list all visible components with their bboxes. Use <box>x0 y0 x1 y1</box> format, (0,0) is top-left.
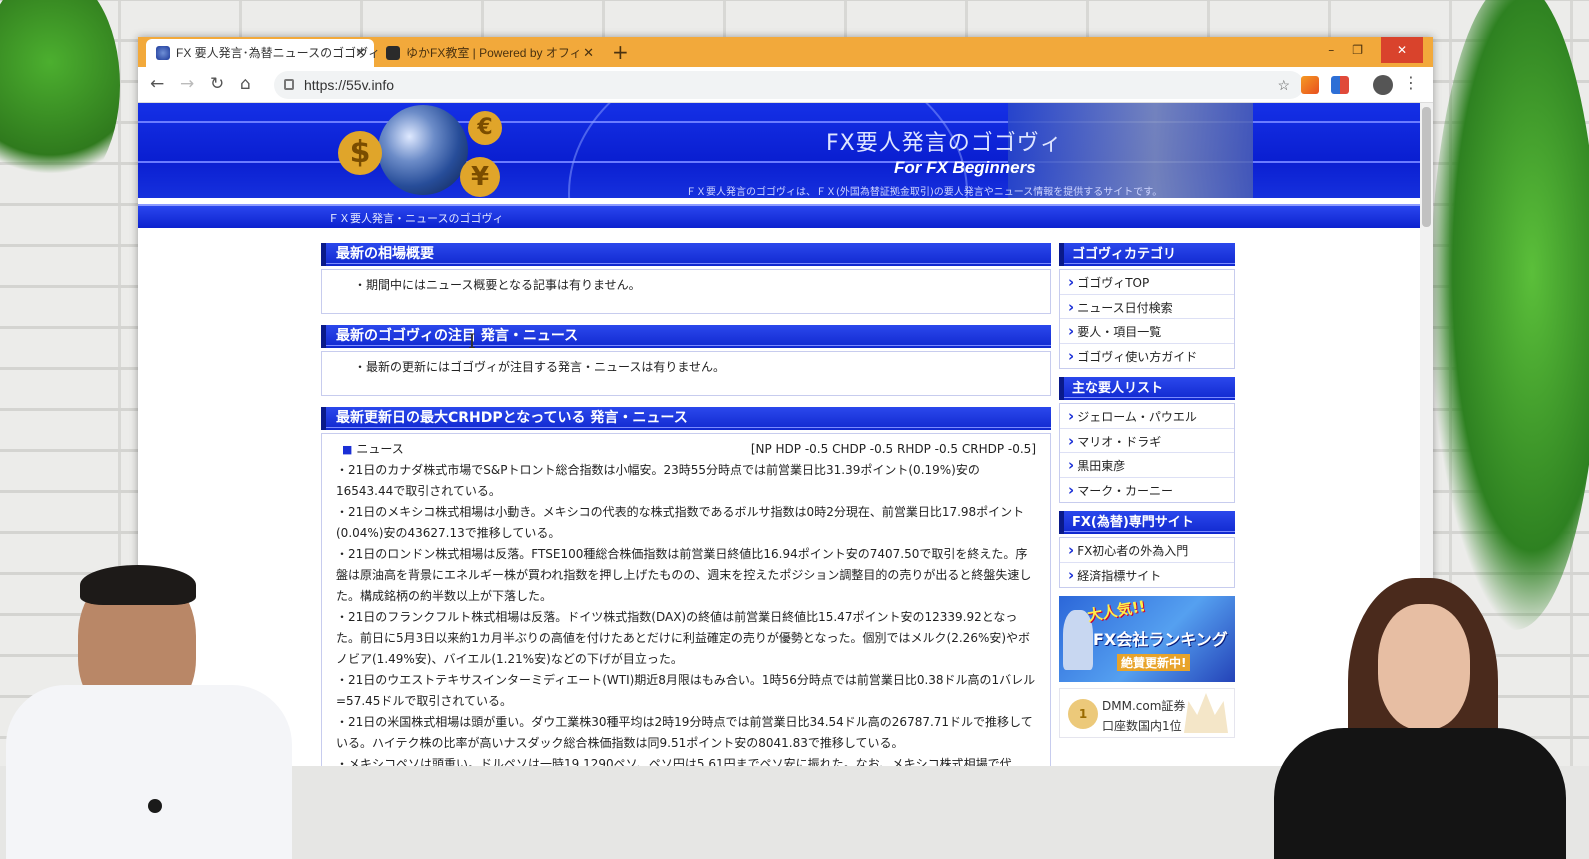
home-icon[interactable]: ⌂ <box>240 74 251 94</box>
sidebar-item-guide[interactable]: ゴゴヴィ使い方ガイド <box>1060 344 1234 369</box>
featured-news-box: ・最新の更新にはゴゴヴィが注目する発言・ニュースは有りません。 <box>321 351 1051 396</box>
forward-arrow-icon[interactable]: → <box>180 74 194 94</box>
news-paragraph: ・21日のカナダ株式市場でS&Pトロント総合指数は小幅安。23時55分時点では前… <box>336 463 980 498</box>
url-text: https://55v.info <box>304 77 395 93</box>
kebab-menu-icon[interactable]: ⋮ <box>1403 73 1419 92</box>
yen-coin-icon: ¥ <box>460 157 500 197</box>
broker-name: DMM.com証券 <box>1102 699 1186 713</box>
sidebar-item-kuroda[interactable]: 黒田東彦 <box>1060 453 1234 478</box>
fx-ranking-banner[interactable]: 大人気!! FX会社ランキング 絶賛更新中! <box>1059 596 1235 682</box>
sidebar-heading-fx-sites: FX(為替)専門サイト <box>1059 511 1235 534</box>
dollar-coin-icon: $ <box>338 131 382 175</box>
breadcrumb-bar: ＦＸ要人発言・ニュースのゴゴヴィ <box>138 204 1420 228</box>
reload-icon[interactable]: ↻ <box>210 74 224 94</box>
section-heading-top-crhdp: 最新更新日の最大CRHDPとなっている 発言・ニュース <box>321 407 1051 430</box>
sidebar-item-date-search[interactable]: ニュース日付検索 <box>1060 295 1234 319</box>
news-paragraph: ・21日のフランクフルト株式相場は反落。ドイツ株式指数(DAX)の終値は前営業日… <box>336 610 1031 666</box>
tab-title: ゆかFX教室 | Powered by オフィ <box>406 46 582 60</box>
presenter-man <box>0 565 300 859</box>
ranking-banner-line3: 絶賛更新中! <box>1117 654 1191 671</box>
sidebar: ゴゴヴィカテゴリ ゴゴヴィTOP ニュース日付検索 要人・項目一覧 ゴゴヴィ使い… <box>1059 243 1235 738</box>
site-title: FX要人発言のゴゴヴィ <box>826 131 1063 156</box>
globe-image <box>378 105 468 195</box>
news-label[interactable]: ニュース <box>342 439 403 460</box>
sidebar-heading-categories: ゴゴヴィカテゴリ <box>1059 243 1235 266</box>
close-icon[interactable]: ✕ <box>355 39 366 67</box>
sidebar-item-fx-intro[interactable]: FX初心者の外為入門 <box>1060 538 1234 563</box>
tab-title: FX 要人発言･為替ニュースのゴゴヴィ <box>176 46 381 60</box>
broker-ad[interactable]: 1 DMM.com証券 口座数国内1位 <box>1059 688 1235 738</box>
sidebar-item-draghi[interactable]: マリオ・ドラギ <box>1060 429 1234 453</box>
presenter-woman <box>1268 578 1568 859</box>
section-heading-market-summary: 最新の相場概要 <box>321 243 1051 266</box>
ranking-banner-line1: 大人気!! <box>1085 597 1147 625</box>
sidebar-item-indicators[interactable]: 経済指標サイト <box>1060 563 1234 588</box>
extension-icon[interactable] <box>1331 76 1349 94</box>
news-paragraph: ・21日のウエストテキサスインターミディエート(WTI)期近8月限はもみ合い。1… <box>336 673 1036 708</box>
site-favicon-icon <box>386 46 400 60</box>
category-list: ゴゴヴィTOP ニュース日付検索 要人・項目一覧 ゴゴヴィ使い方ガイド <box>1059 269 1235 369</box>
broker-note: 口座数国内1位 <box>1102 719 1182 733</box>
breadcrumb[interactable]: ＦＸ要人発言・ニュースのゴゴヴィ <box>328 210 503 226</box>
page-viewport: $ ¥ € FX要人発言のゴゴヴィ For FX Beginners ＦＸ要人発… <box>138 103 1420 767</box>
sidebar-item-powell[interactable]: ジェローム・パウエル <box>1060 404 1234 429</box>
news-paragraph: ・21日の米国株式相場は頭が重い。ダウ工業株30種平均は2時19分時点では前営業… <box>336 715 1033 750</box>
new-tab-button[interactable]: + <box>612 37 629 67</box>
tab-strip: FX 要人発言･為替ニュースのゴゴヴィ ✕ ゆかFX教室 | Powered b… <box>138 37 1433 67</box>
browser-window: FX 要人発言･為替ニュースのゴゴヴィ ✕ ゆかFX教室 | Powered b… <box>138 37 1433 767</box>
news-paragraph: ・21日のロンドン株式相場は反落。FTSE100種総合株価指数は前営業日終値比1… <box>336 547 1032 603</box>
market-summary-box: ・期間中にはニュース概要となる記事は有りません。 <box>321 269 1051 314</box>
sidebar-item-carney[interactable]: マーク・カーニー <box>1060 478 1234 503</box>
close-window-button[interactable]: ✕ <box>1381 37 1423 63</box>
profile-avatar-icon[interactable] <box>1373 75 1393 95</box>
featured-news-text: ・最新の更新にはゴゴヴィが注目する発言・ニュースは有りません。 <box>354 360 726 374</box>
news-header: ニュース [NP HDP -0.5 CHDP -0.5 RHDP -0.5 CR… <box>336 439 1036 460</box>
crown-icon <box>1184 693 1228 733</box>
site-subtitle: For FX Beginners <box>894 158 1036 177</box>
address-bar[interactable]: https://55v.info ☆ <box>274 71 1304 99</box>
ranking-banner-line2: FX会社ランキング <box>1093 630 1228 649</box>
text-cursor-icon: I <box>468 329 476 353</box>
tab-yuka-fx[interactable]: ゆかFX教室 | Powered by オフィ ✕ <box>376 39 602 67</box>
scrollbar-thumb[interactable] <box>1422 107 1431 227</box>
window-controls: – ❐ ✕ <box>1328 37 1423 63</box>
chart-extension-icon[interactable] <box>1301 76 1319 94</box>
people-list: ジェローム・パウエル マリオ・ドラギ 黒田東彦 マーク・カーニー <box>1059 403 1235 503</box>
news-list: ニュース [NP HDP -0.5 CHDP -0.5 RHDP -0.5 CR… <box>321 433 1051 767</box>
minimize-button[interactable]: – <box>1328 37 1334 63</box>
bookmark-star-icon[interactable]: ☆ <box>1277 71 1290 99</box>
globe-favicon-icon <box>156 46 170 60</box>
site-description: ＦＸ要人発言のゴゴヴィは、ＦＸ(外国為替証拠金取引)の要人発言やニュース情報を提… <box>686 187 1163 198</box>
site-banner[interactable]: $ ¥ € FX要人発言のゴゴヴィ For FX Beginners ＦＸ要人発… <box>138 103 1420 198</box>
news-paragraph: ・21日のメキシコ株式相場は小動き。メキシコの代表的な株式指数であるボルサ指数は… <box>336 505 1025 540</box>
sites-list: FX初心者の外為入門 経済指標サイト <box>1059 537 1235 588</box>
close-icon[interactable]: ✕ <box>583 39 594 67</box>
sidebar-heading-people: 主な要人リスト <box>1059 377 1235 400</box>
news-metrics: [NP HDP -0.5 CHDP -0.5 RHDP -0.5 CRHDP -… <box>750 442 1036 456</box>
rank-medal-icon: 1 <box>1068 699 1098 729</box>
section-heading-featured-news: 最新のゴゴヴィの注目 発言・ニュース <box>321 325 1051 348</box>
main-content: 最新の相場概要 ・期間中にはニュース概要となる記事は有りません。 最新のゴゴヴィ… <box>321 243 1051 767</box>
euro-coin-icon: € <box>468 111 502 145</box>
sidebar-item-person-list[interactable]: 要人・項目一覧 <box>1060 319 1234 344</box>
market-summary-text: ・期間中にはニュース概要となる記事は有りません。 <box>354 278 641 292</box>
tab-gogovi[interactable]: FX 要人発言･為替ニュースのゴゴヴィ ✕ <box>146 39 380 67</box>
browser-toolbar: ← → ↻ ⌂ https://55v.info ☆ ⋮ <box>138 67 1433 103</box>
sidebar-item-top[interactable]: ゴゴヴィTOP <box>1060 270 1234 295</box>
back-arrow-icon[interactable]: ← <box>150 74 164 94</box>
lock-icon <box>284 79 294 90</box>
maximize-button[interactable]: ❐ <box>1352 37 1363 63</box>
